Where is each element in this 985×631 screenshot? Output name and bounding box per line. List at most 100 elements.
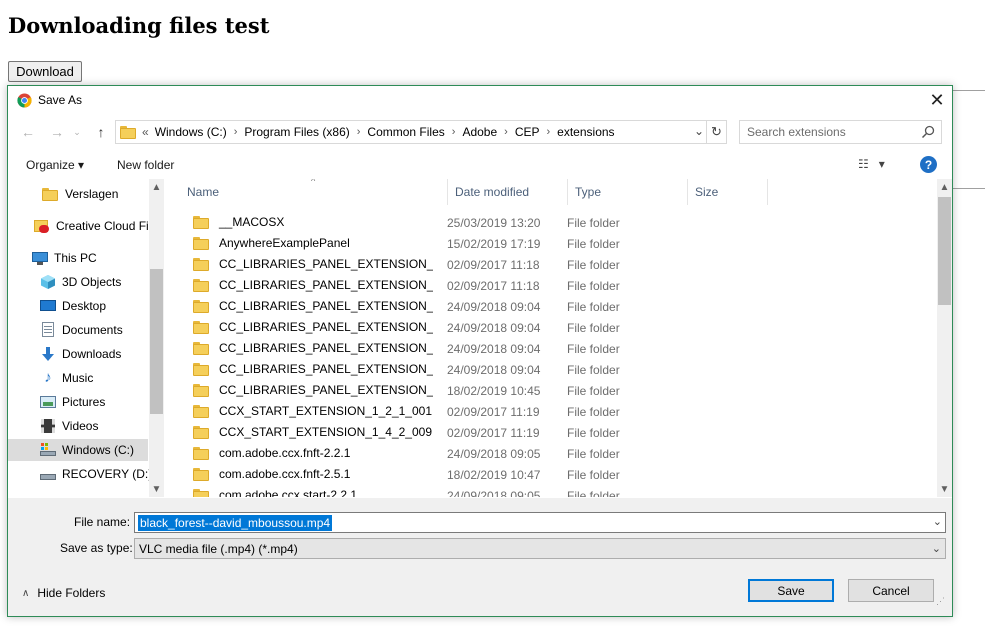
view-options-icon[interactable]: ☷ ▾ <box>858 157 885 171</box>
table-row[interactable]: AnywhereExamplePanel 15/02/2019 17:19 Fi… <box>171 233 761 254</box>
table-row[interactable]: CCX_START_EXTENSION_1_2_1_001 02/09/2017… <box>171 401 761 422</box>
column-header-size[interactable]: Size <box>688 179 768 205</box>
address-bar[interactable]: « Windows (C:) › Program Files (x86) › C… <box>115 120 727 144</box>
nav-item-creative-cloud[interactable]: Creative Cloud Fil <box>8 215 151 237</box>
help-icon[interactable]: ? <box>920 156 937 173</box>
nav-item-label: Documents <box>62 323 123 337</box>
file-type: File folder <box>567 216 620 230</box>
up-arrow-icon[interactable]: ↑ <box>91 122 111 142</box>
scroll-up-icon[interactable]: ▲ <box>149 179 164 195</box>
nav-scrollbar[interactable]: ▲ ▼ <box>149 179 164 497</box>
desktop-icon <box>40 298 56 314</box>
nav-item-label: Windows (C:) <box>62 443 135 457</box>
table-row[interactable]: CC_LIBRARIES_PANEL_EXTENSION_2_6_64 02/0… <box>171 275 761 296</box>
recent-locations-icon[interactable]: ⌄ <box>67 122 87 142</box>
file-name-field[interactable]: black_forest--david_mboussou.mp4 ⌄ <box>134 512 946 533</box>
table-row[interactable]: __MACOSX 25/03/2019 13:20 File folder <box>171 212 761 233</box>
save-button[interactable]: Save <box>748 579 834 602</box>
file-name: com.adobe.ccx.fnft-2.5.1 <box>219 467 351 481</box>
table-row[interactable]: CC_LIBRARIES_PANEL_EXTENSION_2_13_... 24… <box>171 338 761 359</box>
search-icon <box>921 125 935 139</box>
save-as-dialog: Save As ✕ ← → ⌄ ↑ « Windows (C:) › Progr… <box>7 85 953 617</box>
scrollbar-thumb[interactable] <box>150 269 163 414</box>
file-date: 24/09/2018 09:04 <box>447 321 541 335</box>
new-folder-button[interactable]: New folder <box>117 158 174 172</box>
file-type: File folder <box>567 279 620 293</box>
nav-item-desktop[interactable]: Desktop <box>8 295 148 317</box>
nav-item-label: Pictures <box>62 395 106 409</box>
scroll-up-icon[interactable]: ▲ <box>937 179 952 195</box>
file-type: File folder <box>567 363 620 377</box>
nav-item-downloads[interactable]: Downloads <box>8 343 148 365</box>
file-type: File folder <box>567 321 620 335</box>
nav-item-3d-objects[interactable]: 3D Objects <box>8 271 148 293</box>
file-name: CC_LIBRARIES_PANEL_EXTENSION_2_3_1... <box>219 257 433 271</box>
nav-item-documents[interactable]: Documents <box>8 319 148 341</box>
breadcrumb-item[interactable]: Common Files <box>367 125 444 139</box>
chevron-right-icon: › <box>233 126 238 138</box>
nav-item-pictures[interactable]: Pictures <box>8 391 148 413</box>
folder-icon <box>193 236 209 250</box>
file-date: 15/02/2019 17:19 <box>447 237 541 251</box>
nav-item-recovery-d[interactable]: RECOVERY (D:) <box>8 463 152 485</box>
breadcrumb-item[interactable]: extensions <box>557 125 614 139</box>
file-date: 18/02/2019 10:45 <box>447 384 541 398</box>
breadcrumb-item[interactable]: Adobe <box>462 125 497 139</box>
nav-item-verslagen[interactable]: Verslagen <box>8 183 148 205</box>
save-type-select[interactable]: VLC media file (.mp4) (*.mp4) ⌄ <box>134 538 946 559</box>
forward-arrow-icon[interactable]: → <box>47 122 67 142</box>
table-row[interactable]: CC_LIBRARIES_PANEL_EXTENSION_2_11_27 24/… <box>171 317 761 338</box>
table-row[interactable]: CC_LIBRARIES_PANEL_EXTENSION_2_15_... 24… <box>171 359 761 380</box>
download-button[interactable]: Download <box>8 61 82 82</box>
breadcrumb-item[interactable]: Program Files (x86) <box>244 125 349 139</box>
nav-item-this-pc[interactable]: This PC <box>8 247 148 269</box>
chevron-down-icon[interactable]: ⌄ <box>933 515 942 528</box>
divider <box>953 90 985 91</box>
breadcrumb-item[interactable]: CEP <box>515 125 540 139</box>
breadcrumb-item[interactable]: Windows (C:) <box>155 125 227 139</box>
table-row[interactable]: com.adobe.ccx.fnft-2.5.1 18/02/2019 10:4… <box>171 464 761 485</box>
nav-item-label: RECOVERY (D:) <box>62 467 153 481</box>
drive-icon <box>40 466 56 482</box>
file-name: com.adobe.ccx.fnft-2.2.1 <box>219 446 351 460</box>
nav-item-videos[interactable]: Videos <box>8 415 148 437</box>
drive-icon <box>40 442 56 458</box>
refresh-icon[interactable]: ↻ <box>706 121 726 143</box>
organize-button[interactable]: Organize ▾ <box>26 158 84 172</box>
table-row[interactable]: CC_LIBRARIES_PANEL_EXTENSION_2_10_86 24/… <box>171 296 761 317</box>
nav-item-label: 3D Objects <box>62 275 122 289</box>
column-header-type[interactable]: Type <box>568 179 688 205</box>
close-icon[interactable]: ✕ <box>926 89 948 111</box>
breadcrumb-overflow[interactable]: « <box>142 125 149 139</box>
folder-icon <box>120 125 136 139</box>
resize-grip-icon[interactable]: ⋰ <box>936 597 946 606</box>
folder-icon <box>193 278 209 292</box>
folder-icon <box>193 299 209 313</box>
file-type: File folder <box>567 489 620 497</box>
table-row[interactable]: CC_LIBRARIES_PANEL_EXTENSION_3_1_125 18/… <box>171 380 761 401</box>
file-name: com.adobe.ccx.start-2.2.1 <box>219 488 358 497</box>
search-input[interactable]: Search extensions <box>739 120 942 144</box>
sort-ascending-icon: ^ <box>311 179 316 186</box>
file-list-scrollbar[interactable]: ▲ ▼ <box>937 179 952 497</box>
nav-item-windows-c[interactable]: Windows (C:) <box>8 439 148 461</box>
scroll-down-icon[interactable]: ▼ <box>149 481 164 497</box>
back-arrow-icon[interactable]: ← <box>18 122 38 142</box>
file-date: 24/09/2018 09:05 <box>447 489 541 497</box>
column-header-date[interactable]: Date modified <box>448 179 568 205</box>
table-row[interactable]: com.adobe.ccx.fnft-2.2.1 24/09/2018 09:0… <box>171 443 761 464</box>
cancel-button[interactable]: Cancel <box>848 579 934 602</box>
hide-folders-toggle[interactable]: ∧ Hide Folders <box>22 586 105 600</box>
scroll-down-icon[interactable]: ▼ <box>937 481 952 497</box>
scrollbar-thumb[interactable] <box>938 197 951 305</box>
downloads-icon <box>40 346 56 362</box>
table-row[interactable]: CCX_START_EXTENSION_1_4_2_009 02/09/2017… <box>171 422 761 443</box>
chevron-down-icon[interactable]: ⌄ <box>694 124 704 138</box>
dialog-title: Save As <box>38 93 83 107</box>
nav-item-music[interactable]: ♪ Music <box>8 367 148 389</box>
file-type: File folder <box>567 468 620 482</box>
file-date: 24/09/2018 09:05 <box>447 447 541 461</box>
save-type-value: VLC media file (.mp4) (*.mp4) <box>139 542 298 556</box>
table-row[interactable]: com.adobe.ccx.start-2.2.1 24/09/2018 09:… <box>171 485 761 497</box>
table-row[interactable]: CC_LIBRARIES_PANEL_EXTENSION_2_3_1... 02… <box>171 254 761 275</box>
